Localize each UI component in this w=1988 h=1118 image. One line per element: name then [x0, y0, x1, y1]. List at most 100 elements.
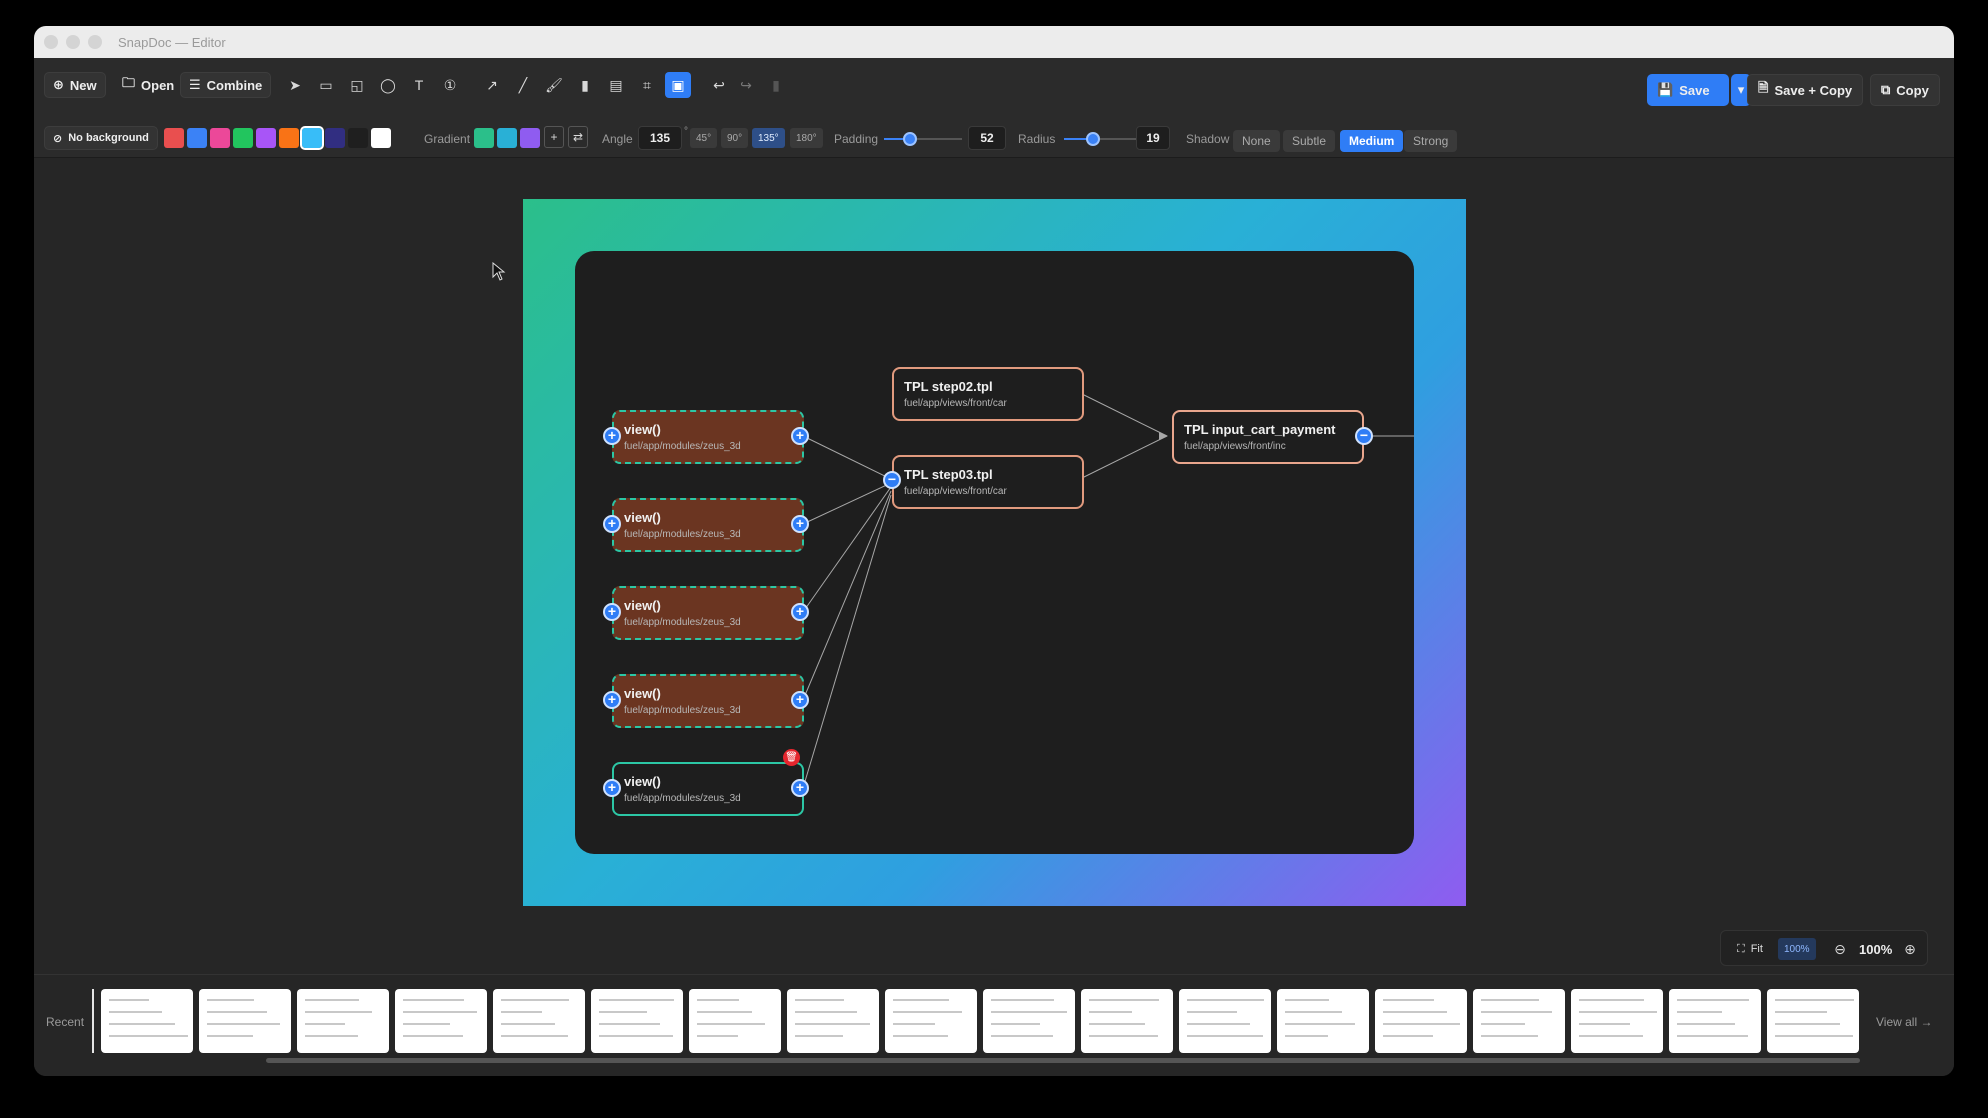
radius-slider-knob[interactable] — [1086, 132, 1100, 146]
gradient-swatch[interactable] — [497, 128, 517, 148]
shadow-none-button[interactable]: None — [1233, 130, 1280, 152]
recent-thumbnail[interactable] — [1277, 989, 1369, 1053]
color-swatch[interactable] — [210, 128, 230, 148]
blur-tool-icon[interactable]: ▤ — [603, 72, 629, 98]
recent-thumbnail[interactable] — [1669, 989, 1761, 1053]
tpl-step03-node[interactable]: TPL step03.tpl fuel/app/views/front/car — [892, 455, 1084, 509]
gradient-swatch[interactable] — [520, 128, 540, 148]
color-swatch[interactable] — [300, 126, 324, 150]
expand-right-plus-icon[interactable]: + — [791, 515, 809, 533]
recent-thumbnail[interactable] — [1473, 989, 1565, 1053]
expand-right-plus-icon[interactable]: + — [791, 779, 809, 797]
color-swatch[interactable] — [325, 128, 345, 148]
expand-left-plus-icon[interactable]: + — [603, 603, 621, 621]
redo-icon[interactable]: ↪ — [733, 72, 759, 98]
tpl-step02-node[interactable]: TPL step02.tpl fuel/app/views/front/car — [892, 367, 1084, 421]
expand-right-plus-icon[interactable]: + — [791, 427, 809, 445]
recent-thumbnail[interactable] — [297, 989, 389, 1053]
undo-icon[interactable]: ↩ — [706, 72, 732, 98]
minimize-window-button[interactable] — [66, 35, 80, 49]
tpl-input-cart-payment-node[interactable]: TPL input_cart_payment fuel/app/views/fr… — [1172, 410, 1364, 464]
recent-thumbnail[interactable] — [199, 989, 291, 1053]
view-node-3[interactable]: view() fuel/app/modules/zeus_3d — [612, 586, 804, 640]
shadow-medium-button[interactable]: Medium — [1340, 130, 1404, 152]
line-tool-icon[interactable]: ╱ — [510, 72, 536, 98]
view-all-link[interactable]: View all → — [1876, 1015, 1932, 1029]
new-button[interactable]: ⊕ New — [44, 72, 106, 98]
gradient-swatch[interactable] — [474, 128, 494, 148]
arrow-tool-icon[interactable]: ↗ — [479, 72, 505, 98]
expand-left-plus-icon[interactable]: + — [603, 515, 621, 533]
screenshot-preview-frame[interactable]: view() fuel/app/modules/zeus_3d view() f… — [523, 199, 1466, 906]
expand-right-plus-icon[interactable]: + — [791, 603, 809, 621]
expand-left-plus-icon[interactable]: + — [603, 691, 621, 709]
shadow-subtle-button[interactable]: Subtle — [1283, 130, 1336, 152]
radius-input[interactable]: 19 — [1136, 126, 1170, 150]
recent-thumbnail[interactable] — [1767, 989, 1859, 1053]
crop-tool-icon[interactable]: ⌗ — [634, 72, 660, 98]
select-tool-icon[interactable]: ➤ — [282, 72, 308, 98]
recent-thumbnail[interactable] — [101, 989, 193, 1053]
expand-left-plus-icon[interactable]: + — [603, 427, 621, 445]
recent-thumbnail[interactable] — [395, 989, 487, 1053]
angle-input[interactable]: 135 — [638, 126, 682, 150]
expand-right-plus-icon[interactable]: + — [791, 691, 809, 709]
expand-left-plus-icon[interactable]: + — [603, 779, 621, 797]
collapse-minus-icon[interactable]: − — [1355, 427, 1373, 445]
recent-thumbnail[interactable] — [493, 989, 585, 1053]
save-copy-button[interactable]: 🗎 Save + Copy — [1747, 74, 1864, 106]
counter-tool-icon[interactable]: ① — [437, 72, 463, 98]
recent-thumbnail[interactable] — [1081, 989, 1173, 1053]
zoom-in-icon[interactable]: ⊕ — [1897, 936, 1923, 962]
highlight-tool-icon[interactable]: ◱ — [344, 72, 370, 98]
delete-icon[interactable]: ▮ — [763, 72, 789, 98]
scrollbar[interactable] — [266, 1058, 1860, 1063]
view-node-1[interactable]: view() fuel/app/modules/zeus_3d — [612, 410, 804, 464]
fit-button[interactable]: ⛶ Fit — [1729, 936, 1771, 962]
background-tool-icon[interactable]: ▣ — [665, 72, 691, 98]
collapse-minus-icon[interactable]: − — [883, 471, 901, 489]
rectangle-tool-icon[interactable]: ▭ — [313, 72, 339, 98]
delete-node-trash-icon[interactable]: 🗑 — [783, 749, 800, 766]
color-swatch[interactable] — [187, 128, 207, 148]
recent-thumbnail[interactable] — [983, 989, 1075, 1053]
recent-thumbnail[interactable] — [1571, 989, 1663, 1053]
padding-input[interactable]: 52 — [968, 126, 1006, 150]
zoom-out-icon[interactable]: ⊖ — [1827, 936, 1853, 962]
recent-thumbnail[interactable] — [1375, 989, 1467, 1053]
close-window-button[interactable] — [44, 35, 58, 49]
add-gradient-stop-icon[interactable]: + — [544, 126, 564, 148]
swap-gradient-icon[interactable]: ⇄ — [568, 126, 588, 148]
view-node-5-selected[interactable]: view() fuel/app/modules/zeus_3d — [612, 762, 804, 816]
color-swatch[interactable] — [348, 128, 368, 148]
shadow-strong-button[interactable]: Strong — [1404, 130, 1458, 152]
view-node-4[interactable]: view() fuel/app/modules/zeus_3d — [612, 674, 804, 728]
marker-tool-icon[interactable]: ▮ — [572, 72, 598, 98]
view-node-2[interactable]: view() fuel/app/modules/zeus_3d — [612, 498, 804, 552]
color-swatch[interactable] — [164, 128, 184, 148]
copy-button[interactable]: ⧉ Copy — [1870, 74, 1940, 106]
recent-thumbnail[interactable] — [1179, 989, 1271, 1053]
recent-thumbnail[interactable] — [689, 989, 781, 1053]
brush-tool-icon[interactable]: 🖌 — [541, 72, 567, 98]
text-tool-icon[interactable]: T — [406, 72, 432, 98]
angle-preset-45[interactable]: 45° — [690, 128, 718, 148]
color-swatch[interactable] — [371, 128, 391, 148]
angle-preset-90[interactable]: 90° — [721, 128, 749, 148]
color-swatch[interactable] — [279, 128, 299, 148]
zoom-preset-button[interactable]: 100% — [1778, 938, 1816, 960]
angle-preset-135[interactable]: 135° — [752, 128, 785, 148]
recent-thumbnail[interactable] — [787, 989, 879, 1053]
open-button[interactable]: 🗀 Open — [114, 72, 182, 98]
recent-thumbnail[interactable] — [591, 989, 683, 1053]
color-swatch[interactable] — [256, 128, 276, 148]
angle-preset-180[interactable]: 180° — [790, 128, 823, 148]
zoom-window-button[interactable] — [88, 35, 102, 49]
ellipse-tool-icon[interactable]: ◯ — [375, 72, 401, 98]
color-swatch[interactable] — [233, 128, 253, 148]
recent-thumbnail[interactable] — [885, 989, 977, 1053]
save-button[interactable]: 💾 Save — [1647, 74, 1729, 106]
padding-slider-knob[interactable] — [903, 132, 917, 146]
combine-button[interactable]: ☰ Combine — [180, 72, 272, 98]
no-background-button[interactable]: ⊘ No background — [44, 126, 158, 150]
